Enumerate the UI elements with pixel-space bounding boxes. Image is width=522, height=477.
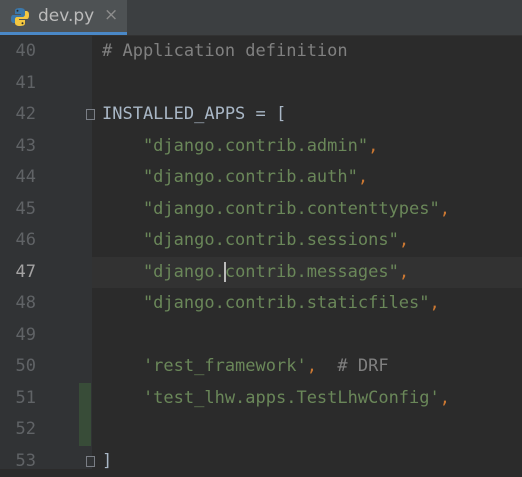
code-line[interactable]: 45 "django.contrib.contenttypes", [0,194,522,226]
line-number: 51 [0,383,36,415]
vcs-change-marker[interactable] [79,383,91,446]
line-number: 42 [0,99,36,131]
code-line[interactable]: 44 "django.contrib.auth", [0,162,522,194]
code-text: "django.contrib.sessions", [102,225,409,257]
line-number: 43 [0,131,36,163]
editor-tab-bar: dev.py × [0,0,522,36]
fold-marker-icon[interactable] [86,109,95,120]
line-number: 52 [0,414,36,446]
code-text: # Application definition [102,36,348,68]
code-text: "django.contrib.auth", [102,162,368,194]
code-token: , [399,262,409,282]
code-line[interactable]: 46 "django.contrib.sessions", [0,225,522,257]
code-token: , [368,136,378,156]
line-number: 44 [0,162,36,194]
code-text: INSTALLED_APPS = [ [102,99,286,131]
code-token: ] [102,451,112,471]
code-token: 'rest_framework' [102,356,307,376]
close-icon[interactable]: × [104,5,118,25]
python-file-icon [10,7,30,27]
code-token: "django.contrib.sessions" [102,230,399,250]
code-token: , [430,293,440,313]
code-token: , [440,199,450,219]
code-token: contrib.messages" [225,262,399,282]
code-line[interactable]: 48 "django.contrib.staticfiles", [0,288,522,320]
code-text: "django.contrib.admin", [102,131,378,163]
code-line[interactable]: 53] [0,446,522,477]
code-token: # Application definition [102,41,348,61]
line-number: 53 [0,446,36,477]
code-text: 'test_lhw.apps.TestLhwConfig', [102,383,450,415]
code-line[interactable]: 49 [0,320,522,352]
code-text: ] [102,446,112,477]
line-number: 46 [0,225,36,257]
tab-dev-py[interactable]: dev.py × [0,0,127,35]
code-token: , [440,388,450,408]
code-token: "django.contrib.admin" [102,136,368,156]
line-number: 48 [0,288,36,320]
code-line[interactable]: 43 "django.contrib.admin", [0,131,522,163]
code-line[interactable]: 41 [0,68,522,100]
code-line[interactable]: 40 # Application definition [0,36,522,68]
code-text: "django.contrib.staticfiles", [102,288,440,320]
code-text: "django.contrib.messages", [102,257,409,289]
code-token: "django.contrib.auth" [102,167,358,187]
line-number: 47 [0,257,36,289]
tab-label: dev.py [38,6,94,26]
code-token: , [358,167,368,187]
line-number: 50 [0,351,36,383]
code-line[interactable]: 42 INSTALLED_APPS = [ [0,99,522,131]
code-token: # DRF [317,356,389,376]
code-token: "django.contrib.staticfiles" [102,293,430,313]
line-number: 40 [0,36,36,68]
code-token: , [307,356,317,376]
code-token: "django. [102,262,225,282]
code-token: "django.contrib.contenttypes" [102,199,440,219]
code-token: 'test_lhw.apps.TestLhwConfig' [102,388,440,408]
line-number: 49 [0,320,36,352]
code-text: 'rest_framework', # DRF [102,351,389,383]
code-line[interactable]: 50 'rest_framework', # DRF [0,351,522,383]
code-text: "django.contrib.contenttypes", [102,194,450,226]
line-number: 41 [0,68,36,100]
code-line[interactable]: 47 "django.contrib.messages", [0,257,522,289]
code-token: , [399,230,409,250]
code-token: INSTALLED_APPS = [ [102,104,286,124]
line-number: 45 [0,194,36,226]
fold-marker-icon[interactable] [86,456,95,467]
